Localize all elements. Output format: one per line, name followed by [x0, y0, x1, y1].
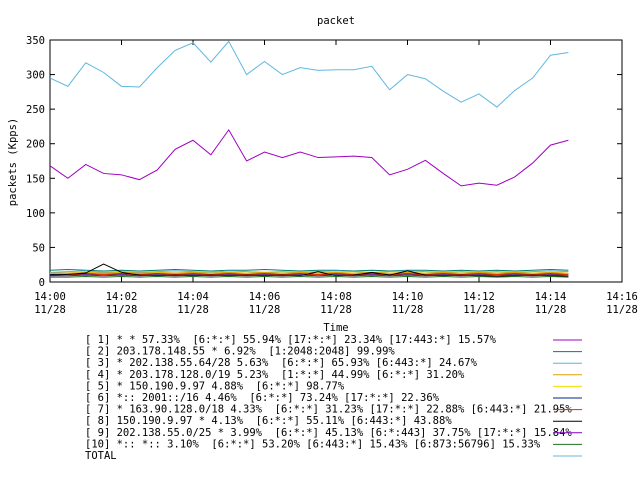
y-tick-label: 350: [26, 35, 45, 47]
x-tick-date-label: 11/28: [177, 304, 209, 316]
x-tick-time-label: 14:14: [535, 291, 567, 303]
legend: [ 1] * * 57.33% [6:*:*] 55.94% [17:*:*] …: [85, 334, 582, 462]
legend-label-5: [ 5] * 150.190.9.97 4.88% [6:*:*] 98.77%: [85, 380, 345, 392]
packet-chart: packet packets (Kpps) Time 0 50 100 150 200 2…: [7, 15, 638, 462]
legend-label-2: [ 2] 203.178.148.55 * 6.92% [1:2048:2048…: [85, 346, 395, 358]
y-tick-label: 200: [26, 139, 45, 151]
y-axis-label: packets (Kpps): [7, 118, 19, 207]
legend-label-10: [10] *:: *:: 3.10% [6:*:*] 53.20% [6:443…: [85, 438, 541, 450]
y-ticks: 0 50 100 150 200 250 300 350: [26, 35, 622, 289]
series-line-1: [49, 128, 569, 187]
legend-label-8: [ 8] 150.190.9.97 * 4.13% [6:*:*] 55.11%…: [85, 415, 452, 427]
series-lines: [49, 40, 569, 278]
x-tick-date-label: 11/28: [392, 304, 424, 316]
legend-label-3: [ 3] * 202.138.55.64/28 5.63% [6:*:*] 65…: [85, 357, 478, 369]
x-tick-time-label: 14:08: [320, 291, 352, 303]
y-tick-label: 300: [26, 70, 45, 82]
x-tick-date-label: 11/28: [535, 304, 567, 316]
series-line-11: [49, 40, 569, 108]
x-tick-time-label: 14:12: [463, 291, 495, 303]
series-line-2: [49, 269, 569, 272]
y-tick-label: 150: [26, 173, 45, 185]
legend-label-6: [ 6] *:: 2001::/16 4.46% [6:*:*] 73.24% …: [85, 392, 440, 404]
x-tick-date-label: 11/28: [249, 304, 281, 316]
chart-title: packet: [317, 15, 355, 27]
x-axis-label: Time: [323, 322, 348, 334]
x-tick-time-label: 14:04: [177, 291, 209, 303]
series-line-10: [50, 275, 569, 278]
y-tick-label: 250: [26, 104, 45, 116]
series-line-9: [50, 274, 569, 277]
y-tick-label: 0: [39, 277, 45, 289]
x-tick-time-label: 14:00: [34, 291, 66, 303]
legend-label-1: [ 1] * * 57.33% [6:*:*] 55.94% [17:*:*] …: [85, 334, 497, 346]
x-tick-time-label: 14:10: [392, 291, 424, 303]
x-tick-date-label: 11/28: [34, 304, 66, 316]
x-tick-date-label: 11/28: [106, 304, 138, 316]
legend-label-9: [ 9] 202.138.55.0/25 * 3.99% [6:*:*] 45.…: [85, 427, 572, 439]
x-tick-time-label: 14:02: [106, 291, 138, 303]
x-tick-time-label: 14:16: [606, 291, 638, 303]
x-tick-date-label: 11/28: [606, 304, 638, 316]
x-tick-date-label: 11/28: [320, 304, 352, 316]
x-tick-time-label: 14:06: [249, 291, 281, 303]
legend-label-4: [ 4] * 203.178.128.0/19 5.23% [1:*:*] 44…: [85, 369, 465, 381]
y-tick-label: 100: [26, 208, 45, 220]
y-tick-label: 50: [32, 242, 45, 254]
legend-label-7: [ 7] * 163.90.128.0/18 4.33% [6:*:*] 31.…: [85, 404, 572, 416]
x-tick-date-label: 11/28: [463, 304, 495, 316]
plot-frame: [49, 39, 623, 283]
legend-label-11: TOTAL: [85, 450, 117, 462]
